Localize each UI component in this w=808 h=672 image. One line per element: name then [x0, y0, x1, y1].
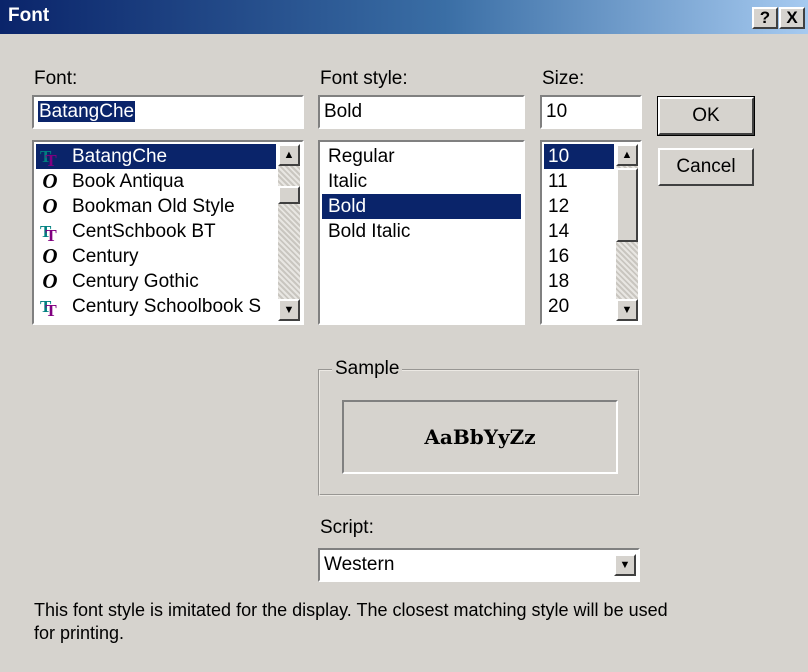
opentype-icon: O — [42, 194, 58, 218]
font-list-item-label: Century Gothic — [72, 271, 199, 292]
window-title: Font — [8, 5, 50, 26]
font-list-item[interactable]: O Century — [36, 244, 276, 269]
font-style-item[interactable]: Bold Italic — [322, 219, 521, 244]
font-list-item[interactable]: O Book Antiqua — [36, 169, 276, 194]
font-list-item-label: BatangChe — [72, 146, 168, 167]
sample-text: AaBbYyZz — [424, 425, 536, 449]
help-button[interactable]: ? — [752, 7, 778, 29]
font-name-input[interactable]: BatangChe — [32, 95, 304, 129]
sample-preview: AaBbYyZz — [342, 400, 618, 474]
font-style-item[interactable]: Regular — [322, 144, 521, 169]
scroll-thumb[interactable] — [278, 186, 300, 204]
font-style-label: Font style: — [320, 68, 408, 89]
opentype-icon: O — [42, 269, 58, 293]
truetype-icon: TT — [40, 222, 57, 245]
scroll-down-arrow-icon[interactable]: ▼ — [616, 299, 638, 321]
size-item[interactable]: 20 — [544, 294, 614, 319]
ok-button[interactable]: OK — [657, 96, 755, 136]
font-list-item-label: Bookman Old Style — [72, 196, 235, 217]
script-label: Script: — [320, 517, 374, 538]
font-list-item[interactable]: TT BatangChe — [36, 144, 276, 170]
sample-group: AaBbYyZz — [318, 369, 640, 496]
font-list-item[interactable]: O Bookman Old Style — [36, 194, 276, 219]
font-list-item[interactable]: O Century Gothic — [36, 269, 276, 294]
scroll-thumb[interactable] — [616, 168, 638, 242]
font-list-item-label: CentSchbook BT — [72, 221, 216, 242]
opentype-icon: O — [42, 244, 58, 268]
size-list-scrollbar[interactable]: ▲ ▼ — [616, 144, 638, 321]
title-bar: Font ? X — [0, 0, 808, 34]
cancel-button[interactable]: Cancel — [658, 148, 754, 186]
font-list-item-label: Book Antiqua — [72, 171, 184, 192]
script-value: Western — [324, 554, 395, 575]
truetype-icon: TT — [40, 297, 57, 320]
size-input[interactable]: 10 — [540, 95, 642, 129]
script-select[interactable]: Western ▼ — [318, 548, 640, 582]
font-style-input[interactable]: Bold — [318, 95, 525, 129]
scroll-up-arrow-icon[interactable]: ▲ — [278, 144, 300, 166]
dropdown-arrow-icon[interactable]: ▼ — [614, 554, 636, 576]
size-item[interactable]: 14 — [544, 219, 614, 244]
truetype-icon: TT — [40, 147, 57, 170]
font-list-item-label: Century — [72, 246, 139, 267]
size-item[interactable]: 18 — [544, 269, 614, 294]
font-style-item[interactable]: Italic — [322, 169, 521, 194]
font-list-item-label: Century Schoolbook S — [72, 296, 262, 317]
font-style-list[interactable]: Regular Italic Bold Bold Italic — [318, 140, 525, 325]
close-button[interactable]: X — [779, 7, 805, 29]
size-item[interactable]: 10 — [544, 144, 614, 169]
size-value: 10 — [546, 101, 568, 122]
size-list[interactable]: 20 18 16 14 12 11 10 ▲ ▼ — [540, 140, 642, 325]
sample-label: Sample — [332, 358, 403, 380]
font-list-scrollbar[interactable]: ▲ ▼ — [278, 144, 300, 321]
font-list-item[interactable]: TT CentSchbook BT — [36, 219, 276, 245]
size-item[interactable]: 11 — [544, 169, 614, 194]
opentype-icon: O — [42, 169, 58, 193]
size-item[interactable]: 12 — [544, 194, 614, 219]
font-list[interactable]: TT Century Schoolbook S O Century Gothic O Ce… — [32, 140, 304, 325]
scroll-up-arrow-icon[interactable]: ▲ — [616, 144, 638, 166]
scroll-down-arrow-icon[interactable]: ▼ — [278, 299, 300, 321]
size-label: Size: — [542, 68, 585, 89]
font-style-value: Bold — [324, 101, 363, 122]
font-list-item[interactable]: TT Century Schoolbook S — [36, 294, 276, 320]
font-label: Font: — [34, 68, 78, 89]
display-note: This font style is imitated for the disp… — [34, 600, 668, 643]
font-name-value: BatangChe — [38, 101, 136, 122]
font-style-item[interactable]: Bold — [322, 194, 521, 219]
size-item[interactable]: 16 — [544, 244, 614, 269]
